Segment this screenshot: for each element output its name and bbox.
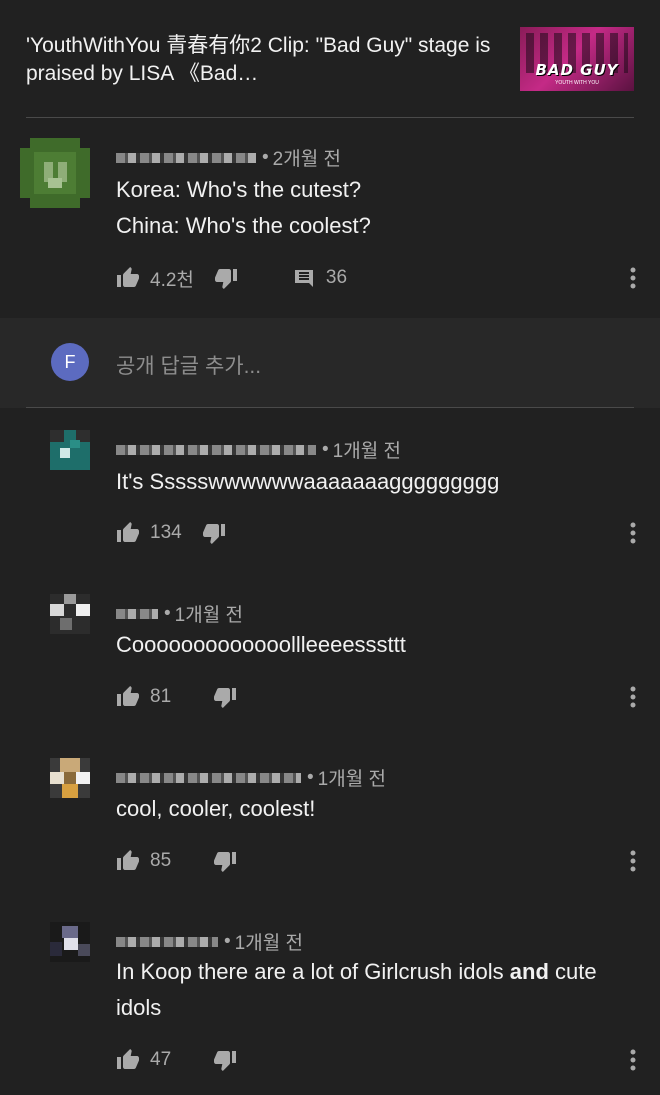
comment-actions: 4.2천 36 bbox=[116, 263, 367, 293]
author-name[interactable] bbox=[116, 608, 158, 619]
like-count: 47 bbox=[150, 1049, 172, 1070]
author-name[interactable] bbox=[116, 772, 301, 783]
video-title[interactable]: 'YouthWithYou 青春有你2 Clip: "Bad Guy" stag… bbox=[26, 32, 496, 88]
comment-line: Korea: Who's the cutest? bbox=[116, 177, 362, 202]
comment-text: In Koop there are a lot of Girlcrush ido… bbox=[116, 954, 606, 1026]
comment-time: 2개월 전 bbox=[272, 149, 341, 170]
author-name[interactable] bbox=[116, 936, 218, 947]
more-options-icon[interactable] bbox=[630, 266, 636, 290]
reply-box bbox=[0, 318, 660, 408]
comment-actions: 85 bbox=[116, 846, 237, 876]
comment-meta: • 2개월 전 bbox=[116, 144, 341, 171]
pinned-comment: • 2개월 전 Korea: Who's the cutest? China: W… bbox=[0, 118, 660, 318]
reply-count[interactable]: 36 bbox=[326, 267, 347, 289]
comment-meta: • 1개월 전 bbox=[116, 600, 243, 627]
like-count: 81 bbox=[150, 686, 172, 707]
video-thumbnail[interactable]: BAD GUY YOUTH WITH YOU bbox=[520, 27, 634, 91]
thumbs-down-icon[interactable] bbox=[213, 849, 237, 873]
like-count: 134 bbox=[150, 522, 182, 543]
more-options-icon[interactable] bbox=[630, 521, 636, 545]
more-options-icon[interactable] bbox=[630, 1048, 636, 1072]
comment-actions: 47 bbox=[116, 1045, 237, 1075]
thumbs-up-icon[interactable] bbox=[116, 685, 140, 709]
avatar[interactable] bbox=[50, 922, 90, 962]
thumbnail-subtitle: YOUTH WITH YOU bbox=[555, 80, 599, 86]
thumbs-up-icon[interactable] bbox=[116, 266, 140, 290]
comment-text-part: In Koop there are a lot of Girlcrush ido… bbox=[116, 959, 510, 984]
like-count: 4.2천 bbox=[150, 269, 194, 291]
avatar[interactable] bbox=[50, 430, 90, 470]
more-options-icon[interactable] bbox=[630, 849, 636, 873]
reply-input[interactable]: 공개 답글 추가... bbox=[116, 350, 261, 380]
comment-meta: • 1개월 전 bbox=[116, 764, 386, 791]
comment-meta: • 1개월 전 bbox=[116, 436, 401, 463]
comment-time: 1개월 전 bbox=[174, 605, 243, 626]
thumbs-down-icon[interactable] bbox=[202, 521, 226, 545]
reply-divider bbox=[26, 407, 634, 408]
comment-text-bold: and bbox=[509, 959, 549, 984]
avatar[interactable] bbox=[50, 758, 90, 798]
like-count: 85 bbox=[150, 850, 172, 871]
thumbs-down-icon[interactable] bbox=[213, 685, 237, 709]
thumbs-up-icon[interactable] bbox=[116, 1048, 140, 1072]
thumbs-down-icon[interactable] bbox=[214, 266, 238, 290]
video-header: 'YouthWithYou 青春有你2 Clip: "Bad Guy" stag… bbox=[0, 0, 660, 118]
comment-text: It's Ssssswwwwwwaaaaaaaggggggggg bbox=[116, 469, 500, 494]
comment-actions: 134 bbox=[116, 518, 226, 548]
thumbs-up-icon[interactable] bbox=[116, 521, 140, 545]
comment-time: 1개월 전 bbox=[234, 933, 303, 954]
comment-line: China: Who's the coolest? bbox=[116, 213, 371, 238]
comment-meta: • 1개월 전 bbox=[116, 928, 303, 955]
author-name[interactable] bbox=[116, 444, 316, 455]
avatar[interactable] bbox=[20, 138, 90, 208]
comment-text: cool, cooler, coolest! bbox=[116, 796, 316, 821]
more-options-icon[interactable] bbox=[630, 685, 636, 709]
thumbs-up-icon[interactable] bbox=[116, 849, 140, 873]
author-name[interactable] bbox=[116, 152, 256, 163]
comment-text: Cooooooooooooollleeeesssttt bbox=[116, 632, 406, 657]
comment-time: 1개월 전 bbox=[332, 441, 401, 462]
comment-text: Korea: Who's the cutest? China: Who's th… bbox=[116, 172, 616, 244]
comment-actions: 81 bbox=[116, 682, 237, 712]
avatar[interactable] bbox=[50, 594, 90, 634]
user-avatar: F bbox=[51, 343, 89, 381]
comment-time: 1개월 전 bbox=[317, 769, 386, 790]
thumbnail-title: BAD GUY bbox=[535, 61, 619, 79]
reply-icon[interactable] bbox=[292, 266, 316, 290]
thumbs-down-icon[interactable] bbox=[213, 1048, 237, 1072]
